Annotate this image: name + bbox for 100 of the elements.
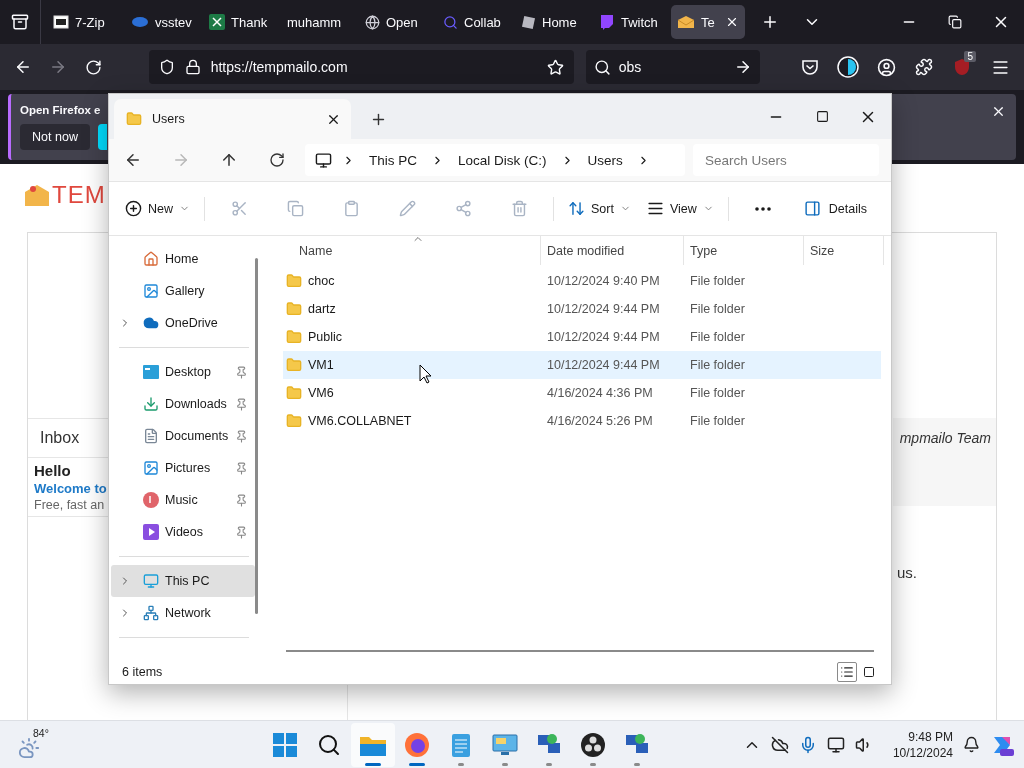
explorer-tab[interactable]: Users — [114, 99, 351, 139]
bell-icon[interactable] — [963, 736, 980, 753]
half-circle-icon[interactable] — [837, 56, 859, 78]
file-row[interactable]: VM1 10/12/2024 9:44 PM File folder — [283, 351, 881, 379]
date-cell-text: 10/12/2024 9:44 PM — [546, 358, 661, 372]
nav-item[interactable]: Music — [111, 484, 255, 516]
clipboard-icon — [342, 200, 360, 217]
browser-tab[interactable]: muhamm — [281, 5, 355, 39]
browser-tab[interactable]: Collab — [437, 5, 511, 39]
breadcrumb-item[interactable]: Users — [583, 152, 627, 168]
up-icon[interactable] — [220, 151, 238, 169]
scissors-icon — [230, 200, 248, 217]
column-header[interactable]: Type — [684, 236, 804, 265]
windows-icon[interactable] — [273, 732, 297, 757]
search-icon — [593, 58, 611, 76]
shield-icon[interactable] — [158, 59, 175, 75]
message-subject[interactable]: Welcome to — [34, 481, 107, 496]
account-icon[interactable] — [876, 57, 896, 77]
browser-tab[interactable]: Thank — [203, 5, 277, 39]
pocket-icon[interactable] — [801, 58, 819, 76]
mouse-pointer-icon — [419, 364, 433, 384]
network-icon — [143, 605, 159, 621]
search-icon[interactable] — [317, 732, 341, 757]
details-button[interactable]: Details — [799, 192, 879, 225]
address-field[interactable]: https://tempmailo.com — [148, 50, 574, 84]
browser-tab[interactable]: 7-Zip — [47, 5, 121, 39]
orb-icon — [131, 16, 149, 28]
type-cell-text: File folder — [689, 274, 746, 288]
date-cell-text: 10/12/2024 9:44 PM — [546, 302, 661, 316]
search-field[interactable]: obs — [585, 50, 760, 84]
star-icon[interactable] — [546, 58, 564, 76]
message-sender: Hello — [34, 462, 71, 479]
cloud-off-icon[interactable] — [770, 735, 789, 754]
maximize-icon[interactable] — [815, 110, 829, 123]
view-button[interactable]: View — [642, 192, 718, 225]
browser-tab[interactable]: Twitch — [593, 5, 667, 39]
column-header[interactable]: Size — [804, 236, 884, 265]
back-icon[interactable] — [124, 151, 142, 169]
folder-icon — [286, 413, 302, 429]
tab-list-icon[interactable] — [11, 13, 29, 31]
file-row[interactable]: choc 10/12/2024 9:40 PM File folder — [283, 267, 881, 295]
arrow-right-icon[interactable] — [734, 58, 752, 76]
nav-item[interactable]: Documents — [111, 420, 255, 452]
clock[interactable]: 9:48 PM 10/12/2024 — [892, 729, 953, 760]
browser-tab[interactable]: Home — [515, 5, 589, 39]
plus-icon — [125, 200, 142, 217]
column-header[interactable]: Date modified — [541, 236, 684, 265]
nav-item[interactable]: Videos — [111, 516, 255, 548]
puzzle-icon[interactable] — [915, 58, 933, 76]
date-cell-text: 4/16/2024 4:36 PM — [546, 386, 654, 400]
shield-extension-button[interactable]: 5 — [946, 51, 978, 83]
search-field[interactable]: Search Users — [693, 144, 879, 176]
fox-globe-icon[interactable] — [404, 731, 430, 758]
chat-bubble-icon — [599, 14, 615, 30]
not-now-button[interactable]: Not now — [20, 124, 90, 150]
browser-tab[interactable]: vsstev — [125, 5, 199, 39]
share-icon — [454, 200, 472, 217]
obs-icon[interactable] — [580, 731, 606, 758]
desktop-icon — [143, 365, 159, 379]
refresh-icon[interactable] — [269, 152, 285, 168]
nav-item[interactable]: Downloads — [111, 388, 255, 420]
nav-item[interactable]: Gallery — [111, 275, 255, 307]
browser-tab[interactable]: Open — [359, 5, 433, 39]
weather-widget[interactable]: 84° — [16, 724, 76, 765]
download-icon — [143, 396, 159, 412]
message-body: us. — [897, 564, 917, 581]
nav-item[interactable]: Home — [111, 243, 255, 275]
address-bar[interactable]: This PC Local Disk (C:) Users — [305, 144, 685, 176]
file-row[interactable]: VM6 4/16/2024 4:36 PM File folder — [283, 379, 881, 407]
new-tab-icon[interactable] — [761, 13, 779, 31]
nav-item[interactable]: This PC — [111, 565, 255, 597]
nav-item[interactable]: OneDrive — [111, 307, 255, 339]
notepad-icon[interactable] — [451, 731, 471, 758]
file-row[interactable]: dartz 10/12/2024 9:44 PM File folder — [283, 295, 881, 323]
globe-icon — [365, 14, 380, 30]
new-button[interactable]: New — [121, 192, 194, 225]
folder-icon — [286, 273, 302, 289]
close-icon[interactable] — [991, 104, 1006, 119]
primary-button[interactable] — [98, 124, 107, 150]
breadcrumb-item[interactable]: Local Disk (C:) — [454, 152, 551, 168]
restore-icon[interactable] — [948, 15, 962, 29]
nav-item[interactable]: Network — [111, 597, 255, 629]
monitor-icon[interactable] — [826, 735, 845, 754]
folder-icon — [126, 111, 142, 127]
column-header[interactable]: Name — [283, 236, 541, 265]
remote-desktop-icon[interactable] — [492, 733, 518, 756]
close-icon[interactable] — [725, 15, 739, 29]
archive-icon — [53, 15, 69, 29]
sort-button[interactable]: Sort — [564, 192, 635, 225]
file-name: VM6 — [308, 386, 334, 400]
browser-tab[interactable]: Te — [671, 5, 745, 39]
breadcrumb-item[interactable]: This PC — [365, 152, 421, 168]
type-cell-text: File folder — [689, 330, 746, 344]
file-row[interactable]: Public 10/12/2024 9:44 PM File folder — [283, 323, 881, 351]
item-count: 6 items — [122, 664, 164, 679]
reload-icon[interactable] — [84, 58, 102, 76]
spreadsheet-icon — [209, 14, 225, 30]
details-view-button[interactable] — [837, 661, 857, 682]
nav-item[interactable]: Desktop — [111, 356, 255, 388]
message-preview: Free, fast an — [34, 498, 105, 512]
